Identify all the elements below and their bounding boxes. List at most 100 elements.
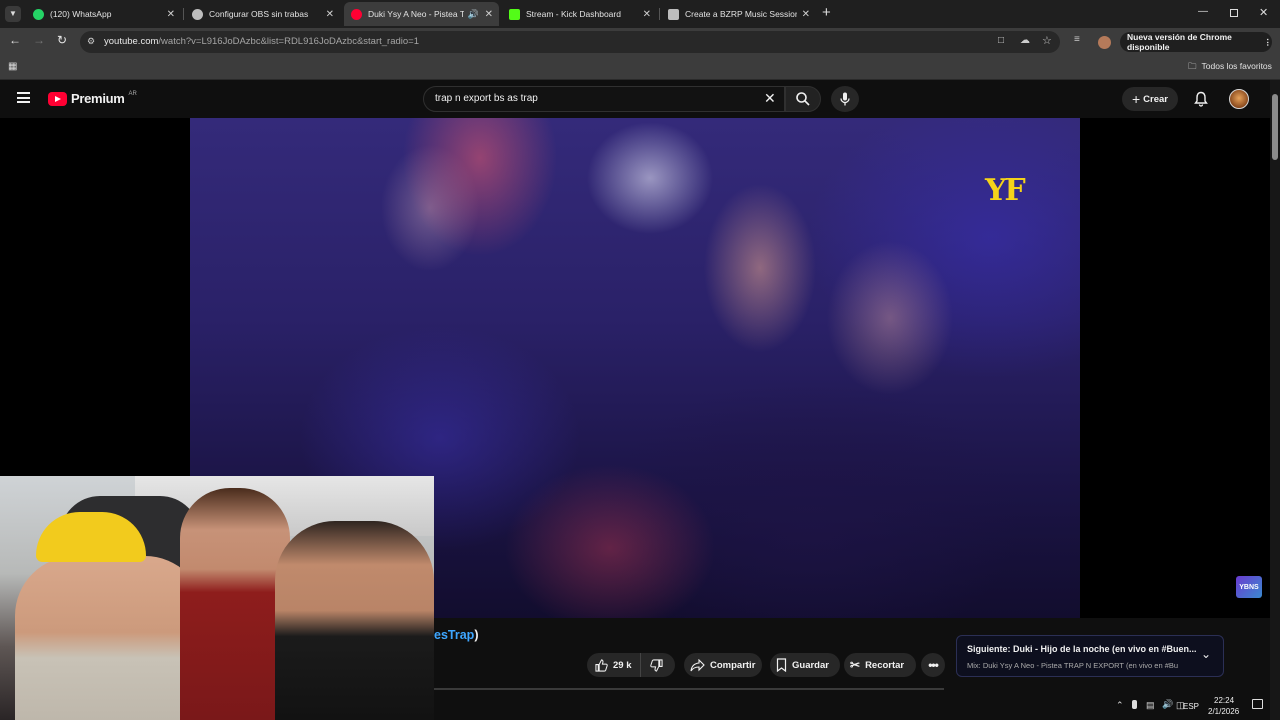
document-icon [668, 8, 679, 20]
chevron-down-icon[interactable]: ⌄ [1201, 647, 1211, 661]
share-icon [690, 658, 705, 671]
tab-label: (120) WhatsApp [50, 9, 112, 19]
save-label: Guardar [792, 659, 829, 671]
up-next-card[interactable]: Siguiente: Duki - Hijo de la noche (en v… [956, 635, 1224, 677]
update-label: Nueva versión de Chrome disponible [1127, 32, 1232, 52]
more-actions-button[interactable]: ••• [921, 653, 945, 677]
reload-button[interactable]: ↻ [57, 33, 67, 47]
media-controls-icon[interactable]: ≡ [1074, 34, 1080, 45]
install-app-icon[interactable]: □ [998, 35, 1004, 46]
search-button[interactable] [785, 86, 821, 112]
title-hashtag-link[interactable]: esTrap [434, 628, 474, 642]
network-icon[interactable]: ▤ [1146, 700, 1155, 711]
video-watermark: YF [985, 173, 1026, 208]
progress-track[interactable] [434, 688, 944, 690]
cloud-icon[interactable]: ☁ [1020, 35, 1030, 46]
create-button[interactable]: + Crear [1122, 87, 1178, 111]
folder-icon: 🗀 [1188, 61, 1197, 71]
save-button[interactable]: Guardar [770, 653, 840, 677]
more-vert-icon: ⋮ [1263, 36, 1273, 47]
tab-search-button[interactable]: ▼ [5, 6, 21, 22]
dislike-button[interactable] [641, 653, 663, 677]
clock-date[interactable]: 2/1/2026 [1208, 707, 1239, 716]
microphone-tray-icon[interactable] [1132, 700, 1137, 709]
search-box[interactable]: trap n export bs as trap ✕ [423, 86, 785, 112]
page-scrollbar[interactable] [1270, 80, 1280, 720]
close-icon[interactable]: ✕ [326, 9, 334, 20]
plus-icon: + [1131, 91, 1141, 107]
volume-icon[interactable]: 🔊 [1162, 699, 1173, 710]
restore-button[interactable] [1230, 9, 1238, 17]
search-icon [796, 92, 810, 106]
youtube-icon [351, 8, 362, 20]
like-count: 29 k [613, 659, 632, 671]
menu-icon[interactable] [17, 92, 30, 103]
like-dislike-group: 29 k [587, 653, 675, 677]
account-avatar[interactable] [1229, 89, 1249, 109]
tab-label: Configurar OBS sin trabas [209, 9, 309, 19]
chrome-update-button[interactable]: Nueva versión de Chrome disponible ⋮ [1120, 32, 1272, 52]
create-label: Crear [1143, 93, 1168, 105]
up-next-subtitle: Mix: Duki Ysy A Neo - Pistea TRAP N EXPO… [967, 661, 1179, 670]
tab-label: Stream - Kick Dashboard [526, 9, 621, 19]
channel-watermark-logo[interactable]: YBNS [1236, 576, 1262, 598]
whatsapp-icon [33, 8, 44, 20]
browser-tab-strip: ▼ (120) WhatsApp ✕ Configurar OBS sin tr… [0, 0, 1280, 28]
video-title: esTrap) [434, 628, 479, 642]
close-icon[interactable]: ✕ [802, 9, 810, 20]
scissors-icon: ✂ [850, 658, 861, 672]
clock-time[interactable]: 22:24 [1214, 696, 1234, 705]
close-icon[interactable]: ✕ [485, 9, 493, 20]
scrollbar-thumb[interactable] [1272, 94, 1278, 160]
voice-search-button[interactable] [831, 86, 859, 112]
clip-button[interactable]: ✂ Recortar [844, 653, 916, 677]
tab-youtube-active[interactable]: Duki Ysy A Neo - Pistea TR 🔊 ✕ [344, 2, 499, 26]
bookmarks-bar: ▦ 🗀 Todos los favoritos [0, 56, 1280, 80]
new-tab-button[interactable]: + [822, 4, 831, 21]
search-input[interactable]: trap n export bs as trap [435, 93, 538, 104]
more-horiz-icon: ••• [928, 658, 939, 672]
minimize-button[interactable]: — [1198, 6, 1208, 17]
tab-whatsapp[interactable]: (120) WhatsApp ✕ [26, 2, 181, 26]
notifications-bell-icon[interactable] [1194, 91, 1208, 107]
tab-kick[interactable]: Stream - Kick Dashboard ✕ [502, 2, 657, 26]
cam-person-middle [180, 488, 290, 720]
site-info-icon[interactable]: ⚙ [87, 36, 95, 47]
thumbs-up-icon [595, 658, 608, 672]
star-icon[interactable]: ☆ [1042, 34, 1052, 47]
tab-label: Duki Ysy A Neo - Pistea TR [368, 9, 464, 19]
webcam-overlay [0, 476, 434, 720]
youtube-play-icon [48, 91, 67, 106]
country-code: AR [128, 90, 137, 97]
profile-avatar[interactable] [1098, 36, 1111, 49]
back-button[interactable]: ← [9, 33, 21, 47]
chevron-up-icon[interactable]: ⌃ [1116, 700, 1124, 711]
language-indicator[interactable]: ESP [1183, 702, 1199, 711]
close-window-button[interactable]: ✕ [1259, 6, 1268, 19]
tab-bzrp[interactable]: Create a BZRP Music Sessions ✕ [661, 2, 816, 26]
microphone-icon [840, 92, 850, 106]
speaker-icon[interactable]: 🔊 [468, 9, 479, 20]
youtube-premium-logo[interactable]: Premium AR [48, 91, 137, 106]
clear-search-icon[interactable]: ✕ [764, 90, 776, 107]
url-text: youtube.com/watch?v=L916JoDAzbc&list=RDL… [104, 36, 420, 47]
up-next-title: Siguiente: Duki - Hijo de la noche (en v… [967, 644, 1197, 654]
bookmark-icon [776, 658, 787, 672]
all-bookmarks-button[interactable]: 🗀 Todos los favoritos [1188, 61, 1272, 75]
close-icon[interactable]: ✕ [167, 9, 175, 20]
address-bar[interactable]: ⚙ youtube.com/watch?v=L916JoDAzbc&list=R… [80, 31, 1060, 53]
apps-grid-icon[interactable]: ▦ [8, 61, 17, 72]
clip-label: Recortar [865, 659, 905, 671]
forward-button[interactable]: → [33, 33, 45, 47]
cam-person-right [275, 521, 434, 720]
system-tray: ⌃ ▤ 🔊 ◫ ESP 22:24 2/1/2026 [1110, 694, 1270, 720]
share-button[interactable]: Compartir [684, 653, 762, 677]
logo-text: Premium [71, 91, 125, 106]
close-icon[interactable]: ✕ [643, 9, 651, 20]
like-button[interactable]: 29 k [587, 653, 641, 677]
youtube-header: Premium AR trap n export bs as trap ✕ + … [0, 80, 1270, 118]
tab-label: Create a BZRP Music Sessions [685, 9, 797, 19]
tab-obs[interactable]: Configurar OBS sin trabas ✕ [185, 2, 340, 26]
globe-icon [192, 8, 203, 20]
notifications-icon[interactable] [1252, 699, 1263, 709]
